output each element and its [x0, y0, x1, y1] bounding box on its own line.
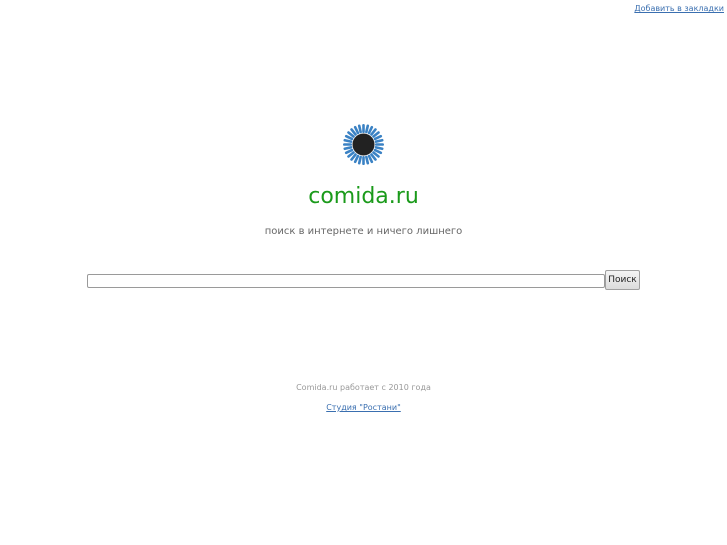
studio-link-row: Студия "Ростани": [0, 403, 727, 412]
sunflower-icon: [343, 124, 384, 165]
page: Добавить в закладки comida.ru поиск в ин…: [0, 0, 727, 545]
logo-petal: [343, 143, 352, 146]
logo-center: [352, 133, 375, 156]
add-bookmark-link[interactable]: Добавить в закладки: [634, 4, 724, 13]
studio-link[interactable]: Студия "Ростани": [326, 403, 401, 412]
search-input[interactable]: [87, 274, 605, 288]
site-title: comida.ru: [308, 184, 419, 209]
logo-petal: [375, 143, 384, 146]
tagline: поиск в интернете и ничего лишнего: [264, 226, 463, 237]
search-button[interactable]: Поиск: [605, 270, 640, 290]
logo-petal: [362, 124, 365, 133]
logo-petal: [362, 156, 365, 165]
since-text: Comida.ru работает с 2010 года: [296, 383, 431, 392]
